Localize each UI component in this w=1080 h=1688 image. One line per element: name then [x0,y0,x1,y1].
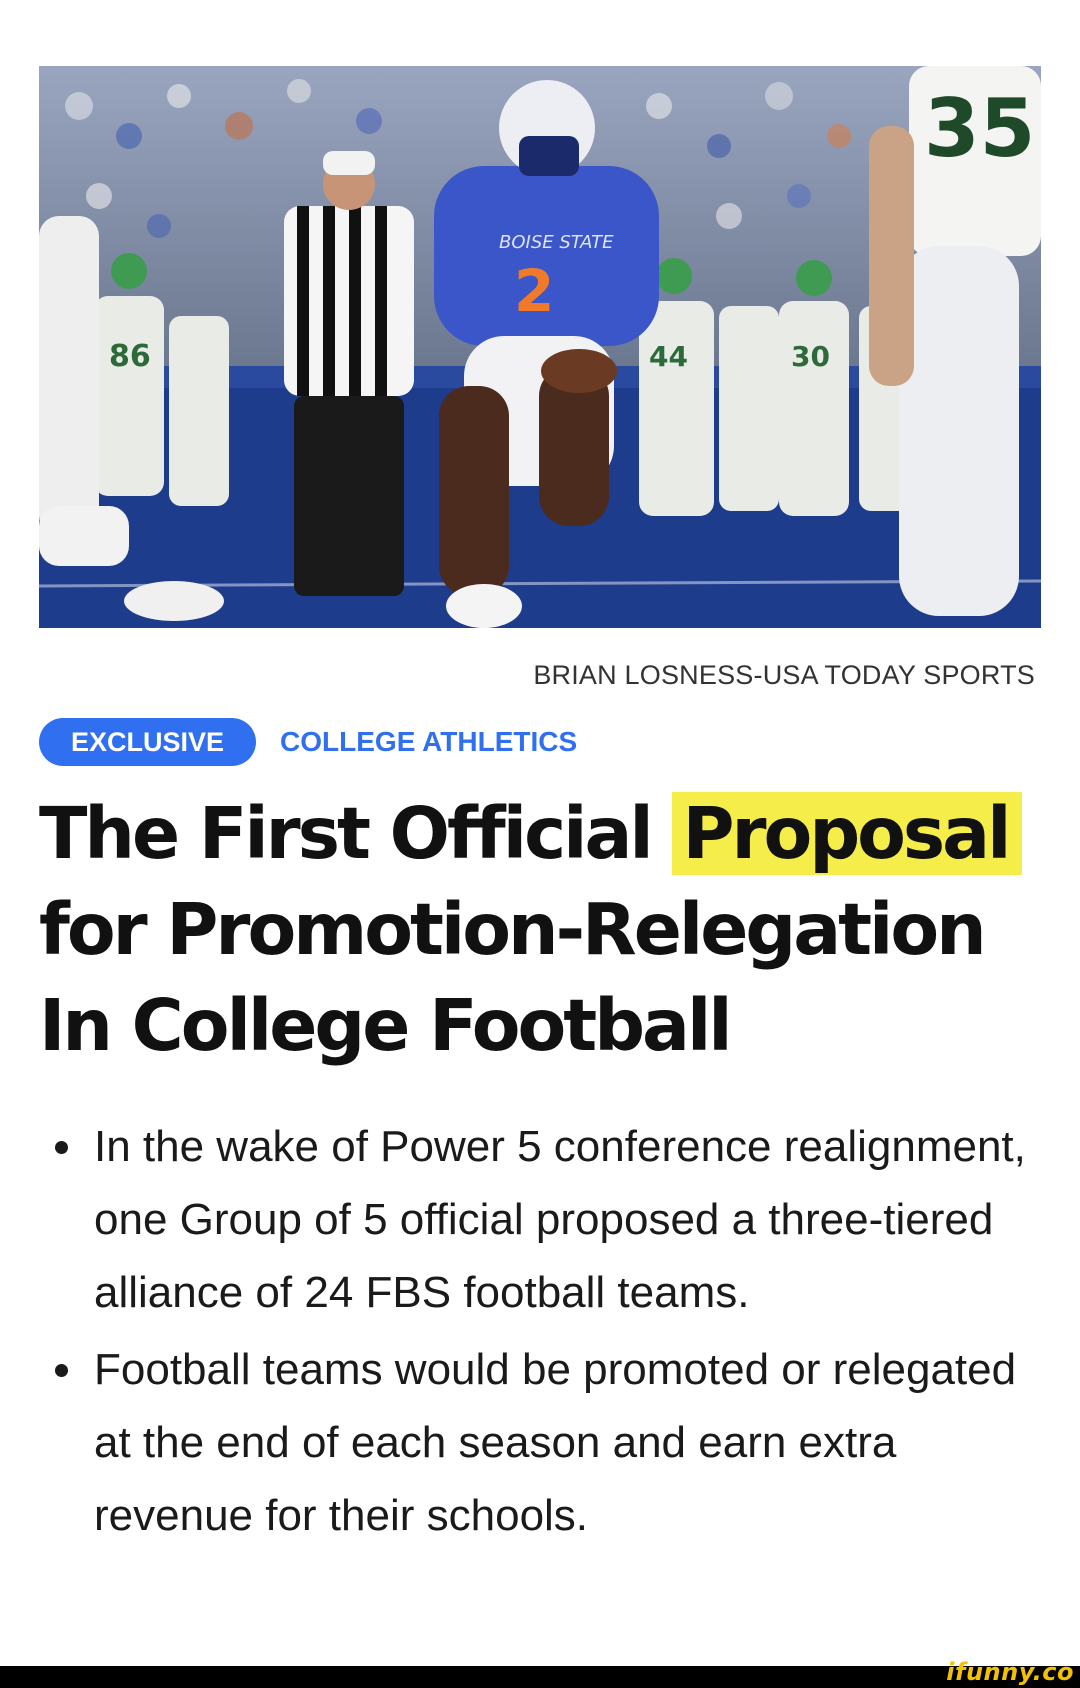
headline-highlight: Proposal [672,792,1023,875]
exclusive-badge[interactable]: EXCLUSIVE [39,718,257,766]
article-tags: EXCLUSIVE COLLEGE ATHLETICS [39,718,577,766]
category-link[interactable]: COLLEGE ATHLETICS [280,726,577,758]
football-scene-image: 86 44 30 BOISE STATE 2 35 [39,66,1041,628]
jersey-text: BOISE STATE [499,232,614,253]
jersey-number-86: 86 [109,339,151,374]
jersey-number-2: 2 [514,257,554,325]
list-item: Football teams would be promoted or rele… [39,1333,1039,1552]
photo-credit: BRIAN LOSNESS-USA TODAY SPORTS [533,660,1035,690]
article-hero-photo[interactable]: 86 44 30 BOISE STATE 2 35 [39,66,1041,628]
bullet-text: In the wake of Power 5 conference realig… [94,1122,1026,1317]
jersey-number-35: 35 [924,82,1035,175]
headline-text-end: for Promotion-Relegation In College Foot… [39,888,987,1067]
headline-text-start: The First Official [39,792,673,875]
bullet-dot-icon [55,1364,68,1377]
referee-figure [284,151,414,596]
footer-bar [0,1666,1080,1688]
list-item: In the wake of Power 5 conference realig… [39,1110,1039,1329]
article-headline[interactable]: The First Official Proposal for Promotio… [39,786,1049,1074]
ifunny-watermark: ifunny.co [946,1658,1074,1686]
bullet-dot-icon [55,1141,68,1154]
jersey-number-30: 30 [791,340,830,373]
jersey-number-44: 44 [649,340,688,373]
summary-bullets: In the wake of Power 5 conference realig… [39,1110,1039,1556]
bullet-text: Football teams would be promoted or rele… [94,1345,1017,1540]
